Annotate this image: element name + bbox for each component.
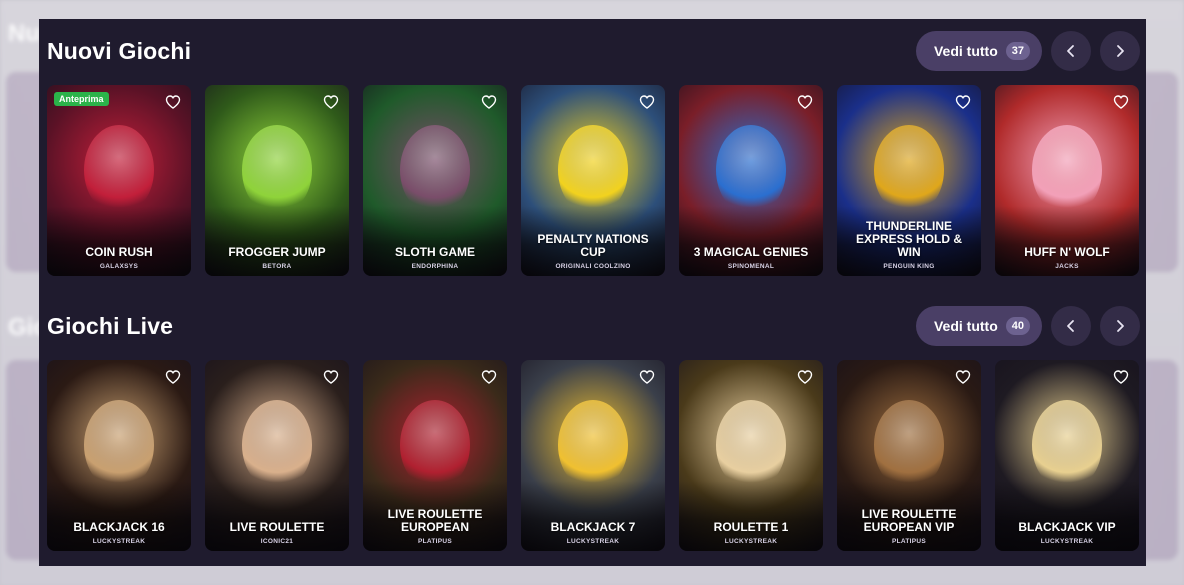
section-controls: Vedi tutto 37 xyxy=(915,31,1140,71)
game-card[interactable]: BLACKJACK 7 LUCKYSTREAK xyxy=(521,360,665,551)
game-provider: ORIGINALI COOLZINO xyxy=(555,263,631,270)
game-title: SLOTH GAME xyxy=(395,245,475,259)
favorite-heart-icon[interactable] xyxy=(955,369,971,385)
game-card[interactable]: BLACKJACK 16 LUCKYSTREAK xyxy=(47,360,191,551)
game-card[interactable]: LIVE ROULETTE ICONIC21 xyxy=(205,360,349,551)
game-provider: BETORA xyxy=(262,263,292,270)
game-provider: LUCKYSTREAK xyxy=(566,538,620,545)
game-provider: PLATIPUS xyxy=(417,538,453,545)
game-provider: ENDORPHINA xyxy=(411,263,459,270)
chevron-right-icon xyxy=(1117,320,1124,332)
background-title-1: Nu xyxy=(8,20,40,47)
thumbnail-figure xyxy=(558,125,628,215)
favorite-heart-icon[interactable] xyxy=(1113,369,1129,385)
card-row: Anteprima COIN RUSH GALAXSYS FROGGER JUMP BE… xyxy=(47,85,1139,276)
favorite-heart-icon[interactable] xyxy=(481,369,497,385)
thumbnail-figure xyxy=(84,125,154,215)
favorite-heart-icon[interactable] xyxy=(955,94,971,110)
game-title: THUNDERLINE EXPRESS HOLD & WIN xyxy=(855,219,963,259)
favorite-heart-icon[interactable] xyxy=(639,369,655,385)
chevron-right-icon xyxy=(1117,45,1124,57)
game-provider: SPINOMENAL xyxy=(727,263,775,270)
thumbnail-figure xyxy=(242,400,312,490)
game-card[interactable]: ROULETTE 1 LUCKYSTREAK xyxy=(679,360,823,551)
game-provider: ICONIC21 xyxy=(260,538,294,545)
game-provider: PLATIPUS xyxy=(891,538,927,545)
thumbnail-figure xyxy=(874,400,944,490)
game-card[interactable]: Anteprima COIN RUSH GALAXSYS xyxy=(47,85,191,276)
chevron-left-icon xyxy=(1067,45,1074,57)
next-button[interactable] xyxy=(1100,306,1140,346)
games-panel: Nuovi Giochi Vedi tutto 37 Anteprima COIN… xyxy=(39,19,1146,566)
game-provider: PENGUIN KING xyxy=(883,263,935,270)
preview-badge: Anteprima xyxy=(54,92,109,106)
chevron-left-icon xyxy=(1067,320,1074,332)
thumbnail-figure xyxy=(242,125,312,215)
game-title: PENALTY NATIONS CUP xyxy=(537,232,649,259)
game-title: LIVE ROULETTE EUROPEAN xyxy=(387,507,483,534)
favorite-heart-icon[interactable] xyxy=(1113,94,1129,110)
game-title: LIVE ROULETTE EUROPEAN VIP xyxy=(861,507,957,534)
favorite-heart-icon[interactable] xyxy=(323,369,339,385)
game-card[interactable]: THUNDERLINE EXPRESS HOLD & WIN PENGUIN KI… xyxy=(837,85,981,276)
thumbnail-figure xyxy=(874,125,944,215)
game-card[interactable]: SLOTH GAME ENDORPHINA xyxy=(363,85,507,276)
game-card[interactable]: FROGGER JUMP BETORA xyxy=(205,85,349,276)
game-title: FROGGER JUMP xyxy=(228,245,326,259)
previous-button[interactable] xyxy=(1051,306,1091,346)
thumbnail-figure xyxy=(716,125,786,215)
favorite-heart-icon[interactable] xyxy=(639,94,655,110)
game-title: LIVE ROULETTE xyxy=(229,520,325,534)
favorite-heart-icon[interactable] xyxy=(797,369,813,385)
game-provider: LUCKYSTREAK xyxy=(1040,538,1094,545)
see-all-label: Vedi tutto xyxy=(933,43,998,59)
game-title: 3 MAGICAL GENIES xyxy=(693,245,809,259)
section-title: Giochi Live xyxy=(47,312,174,339)
card-row: BLACKJACK 16 LUCKYSTREAK LIVE ROULETTE ICON… xyxy=(47,360,1139,551)
count-badge: 40 xyxy=(1005,317,1030,335)
game-provider: JACKS xyxy=(1055,263,1079,270)
see-all-button[interactable]: Vedi tutto 40 xyxy=(915,306,1042,346)
thumbnail-figure xyxy=(84,400,154,490)
game-provider: GALAXSYS xyxy=(99,263,139,270)
thumbnail-figure xyxy=(400,125,470,215)
section-controls: Vedi tutto 40 xyxy=(915,306,1140,346)
previous-button[interactable] xyxy=(1051,31,1091,71)
game-card[interactable]: LIVE ROULETTE EUROPEAN VIP PLATIPUS xyxy=(837,360,981,551)
game-title: COIN RUSH xyxy=(85,245,153,259)
section-header: Giochi Live Vedi tutto 40 xyxy=(47,306,1140,346)
game-card[interactable]: 3 MAGICAL GENIES SPINOMENAL xyxy=(679,85,823,276)
favorite-heart-icon[interactable] xyxy=(165,94,181,110)
next-button[interactable] xyxy=(1100,31,1140,71)
game-title: BLACKJACK VIP xyxy=(1018,520,1116,534)
game-card[interactable]: BLACKJACK VIP LUCKYSTREAK xyxy=(995,360,1139,551)
thumbnail-figure xyxy=(1032,400,1102,490)
favorite-heart-icon[interactable] xyxy=(797,94,813,110)
thumbnail-figure xyxy=(558,400,628,490)
favorite-heart-icon[interactable] xyxy=(165,369,181,385)
game-card[interactable]: LIVE ROULETTE EUROPEAN PLATIPUS xyxy=(363,360,507,551)
game-title: ROULETTE 1 xyxy=(713,520,789,534)
see-all-button[interactable]: Vedi tutto 37 xyxy=(915,31,1042,71)
game-card[interactable]: HUFF N' WOLF JACKS xyxy=(995,85,1139,276)
count-badge: 37 xyxy=(1005,42,1030,60)
thumbnail-figure xyxy=(716,400,786,490)
favorite-heart-icon[interactable] xyxy=(481,94,497,110)
section-title: Nuovi Giochi xyxy=(47,37,192,64)
game-provider: LUCKYSTREAK xyxy=(724,538,778,545)
game-provider: LUCKYSTREAK xyxy=(92,538,146,545)
thumbnail-figure xyxy=(400,400,470,490)
section-header: Nuovi Giochi Vedi tutto 37 xyxy=(47,31,1140,71)
game-title: BLACKJACK 7 xyxy=(550,520,636,534)
favorite-heart-icon[interactable] xyxy=(323,94,339,110)
see-all-label: Vedi tutto xyxy=(933,318,998,334)
game-card[interactable]: PENALTY NATIONS CUP ORIGINALI COOLZINO xyxy=(521,85,665,276)
thumbnail-figure xyxy=(1032,125,1102,215)
game-title: HUFF N' WOLF xyxy=(1024,245,1110,259)
game-title: BLACKJACK 16 xyxy=(73,520,165,534)
